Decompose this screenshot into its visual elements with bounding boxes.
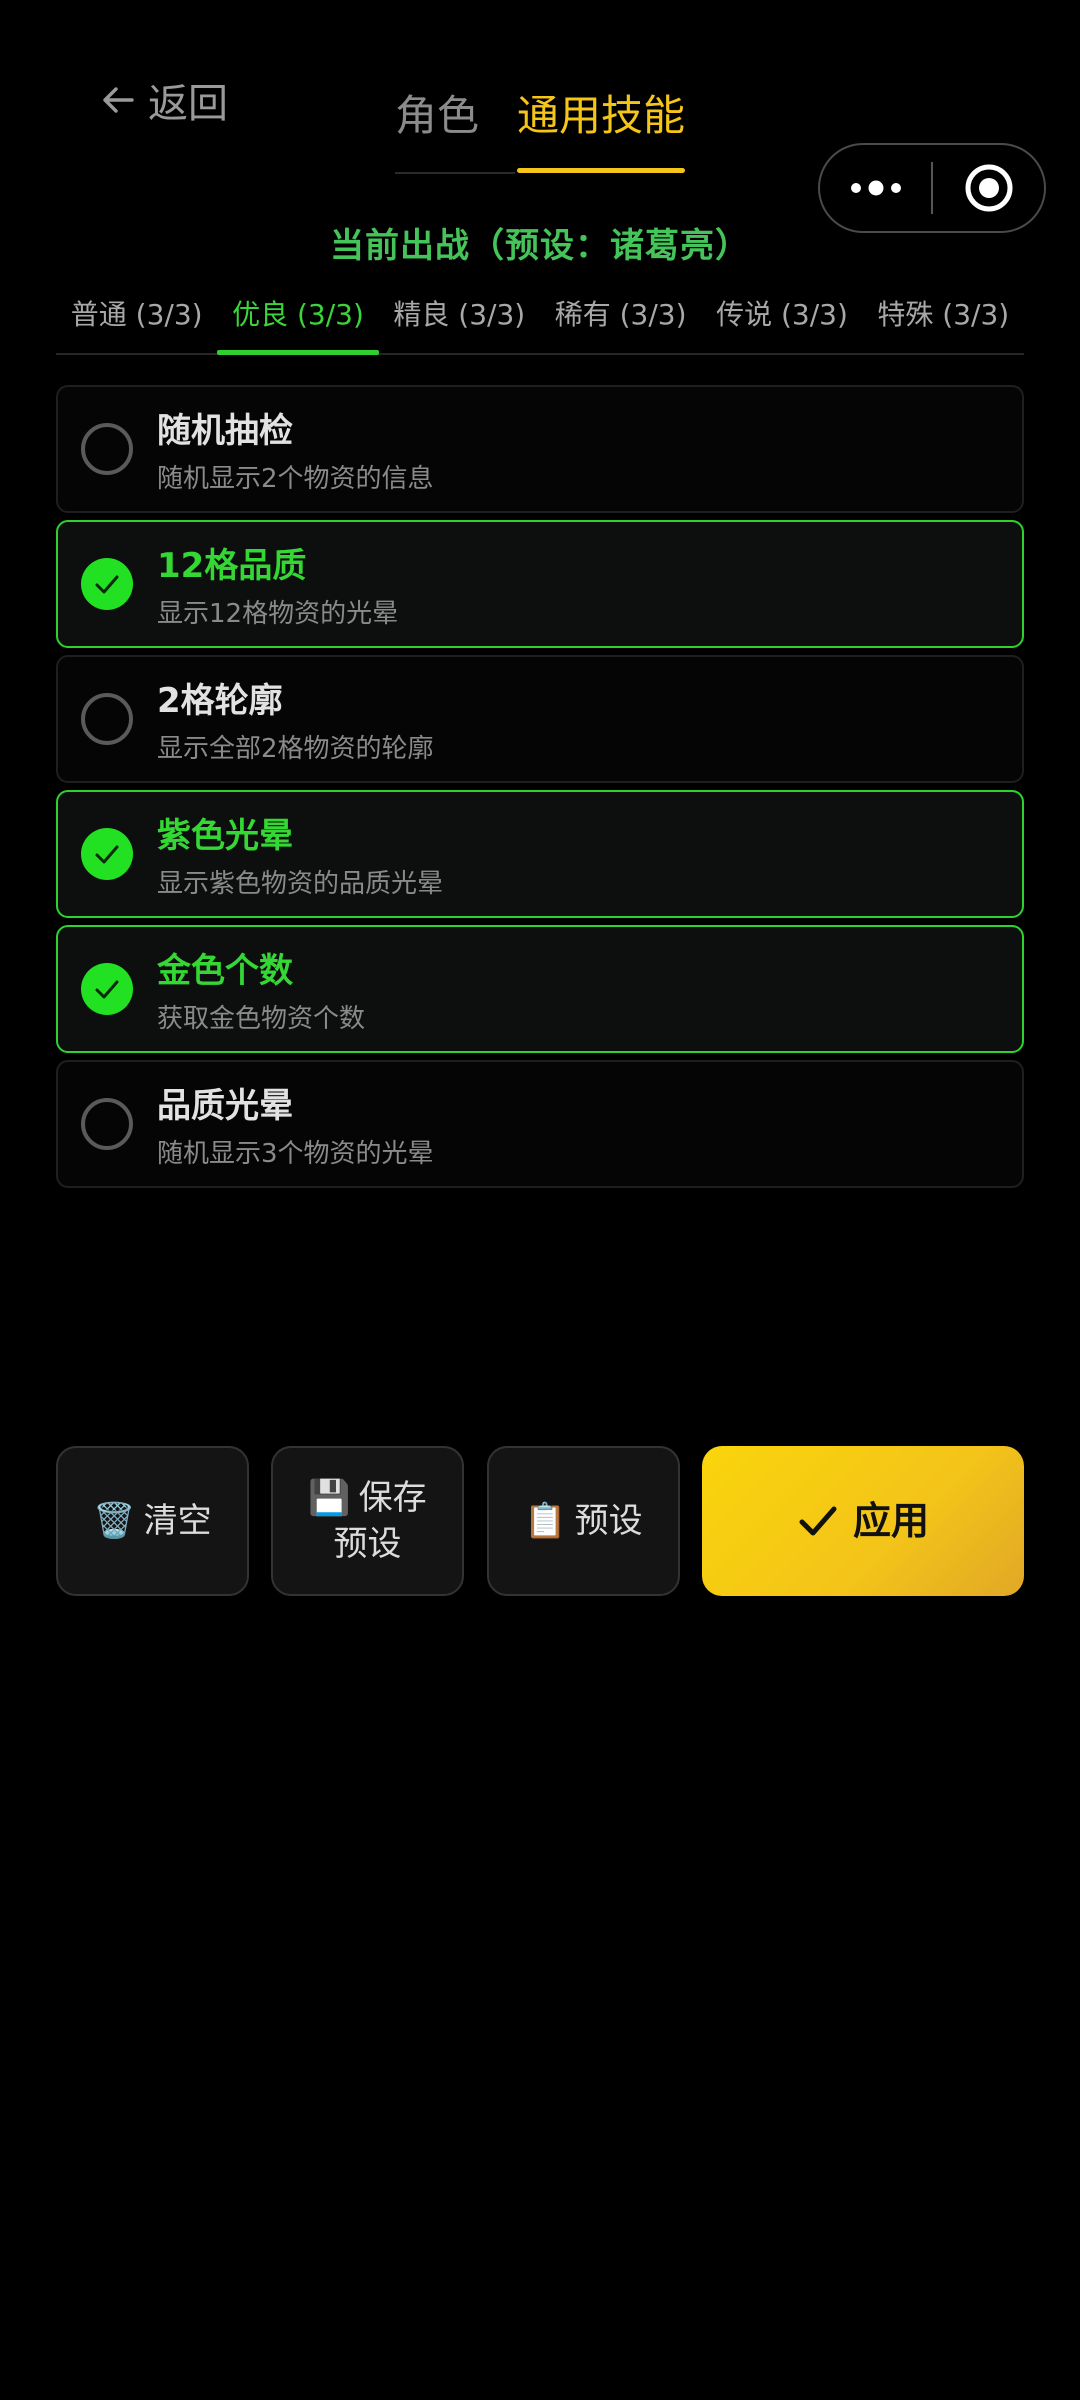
skill-item[interactable]: 紫色光晕 显示紫色物资的品质光晕	[56, 790, 1024, 918]
clipboard-icon: 📋	[524, 1501, 567, 1541]
apply-button[interactable]: 应用	[702, 1446, 1024, 1596]
rarity-tab-common[interactable]: 普通 (3/3)	[56, 285, 217, 353]
rarity-tab-special[interactable]: 特殊 (3/3)	[863, 285, 1024, 353]
more-dots-icon	[850, 180, 901, 196]
check-circle-icon	[81, 693, 133, 745]
rarity-tab-good[interactable]: 优良 (3/3)	[217, 285, 379, 355]
top-tabs: 角色 通用技能	[395, 82, 686, 173]
skill-desc: 显示紫色物资的品质光晕	[157, 869, 444, 899]
arrow-left-icon	[103, 87, 134, 113]
target-close-icon	[965, 164, 1012, 212]
clear-label: 清空	[143, 1501, 212, 1541]
save-preset-button[interactable]: 💾 保存 预设	[271, 1446, 464, 1596]
skill-desc: 获取金色物资个数	[157, 1004, 366, 1034]
trash-icon: 🗑️	[93, 1501, 136, 1541]
preset-button[interactable]: 📋 预设	[487, 1446, 680, 1596]
floppy-disk-icon: 💾	[308, 1478, 351, 1518]
skill-name: 12格品质	[157, 546, 307, 586]
tab-character[interactable]: 角色	[395, 82, 479, 173]
rarity-tabs: 普通 (3/3) 优良 (3/3) 精良 (3/3) 稀有 (3/3) 传说 (…	[56, 285, 1024, 355]
rarity-tab-rare[interactable]: 稀有 (3/3)	[540, 285, 701, 353]
skill-list: 随机抽检 随机显示2个物资的信息 12格品质 显示12格物资的光晕 2格轮廓 显…	[56, 385, 1024, 1195]
check-circle-icon	[81, 1098, 133, 1150]
clear-button[interactable]: 🗑️ 清空	[56, 1446, 249, 1596]
rarity-tab-legend[interactable]: 传说 (3/3)	[701, 285, 862, 353]
skill-item[interactable]: 品质光晕 随机显示3个物资的光晕	[56, 1060, 1024, 1188]
save-label-line1: 保存	[358, 1478, 427, 1518]
skill-item[interactable]: 金色个数 获取金色物资个数	[56, 925, 1024, 1053]
check-circle-icon	[81, 828, 133, 880]
check-circle-icon	[81, 558, 133, 610]
skill-name: 金色个数	[157, 951, 293, 991]
save-label-line2: 预设	[333, 1524, 402, 1564]
skill-name: 品质光晕	[157, 1086, 293, 1126]
tab-general-skills[interactable]: 通用技能	[517, 82, 686, 173]
skill-name: 随机抽检	[157, 411, 293, 451]
skill-name: 紫色光晕	[157, 816, 293, 856]
back-button[interactable]: 返回	[98, 70, 228, 130]
skill-item[interactable]: 12格品质 显示12格物资的光晕	[56, 520, 1024, 648]
skill-name: 2格轮廓	[157, 681, 283, 721]
check-circle-icon	[81, 963, 133, 1015]
preset-label: 预设	[574, 1501, 643, 1541]
skill-item[interactable]: 随机抽检 随机显示2个物资的信息	[56, 385, 1024, 513]
check-circle-icon	[81, 423, 133, 475]
skill-item[interactable]: 2格轮廓 显示全部2格物资的轮廓	[56, 655, 1024, 783]
skill-desc: 随机显示3个物资的光晕	[157, 1139, 434, 1169]
skill-desc: 随机显示2个物资的信息	[157, 464, 434, 494]
apply-label: 应用	[852, 1499, 929, 1543]
back-label: 返回	[148, 81, 228, 127]
preset-title: 当前出战（预设：诸葛亮）	[330, 226, 750, 266]
skill-desc: 显示全部2格物资的轮廓	[157, 734, 434, 764]
checkmark-icon	[799, 1506, 837, 1536]
skill-desc: 显示12格物资的光晕	[157, 599, 399, 629]
rarity-tab-fine[interactable]: 精良 (3/3)	[379, 285, 540, 353]
